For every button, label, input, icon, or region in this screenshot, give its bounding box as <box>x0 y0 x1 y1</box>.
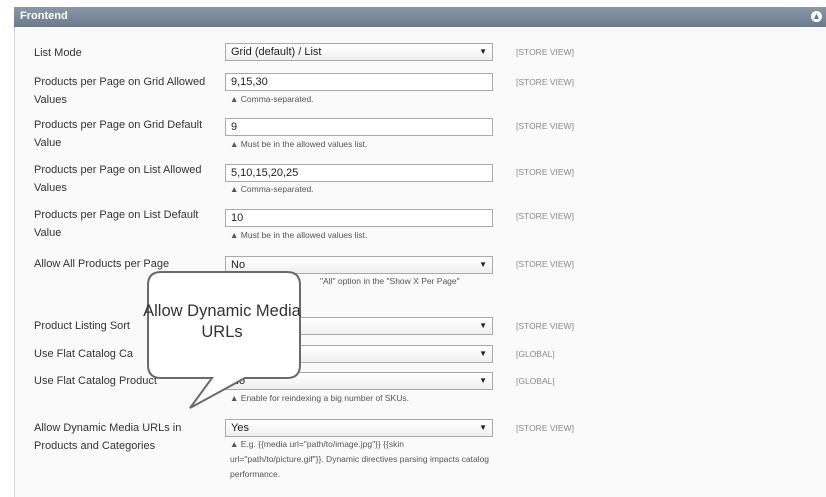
scope-product-listing-sort: [STORE VIEW] <box>516 321 574 331</box>
dropdown-arrow-icon: ▼ <box>479 260 487 269</box>
list-default-value-value: 10 <box>231 212 244 224</box>
label-allow-all-products: Allow All Products per Page <box>34 258 170 270</box>
flat-catalog-category-select[interactable]: ▼ <box>225 345 493 363</box>
dynamic-media-urls-value: Yes <box>231 422 249 434</box>
note-grid-allowed-values: ▲ Comma-separated. <box>230 94 314 104</box>
collapse-icon[interactable]: ▲ <box>811 11 822 22</box>
label-list-mode: List Mode <box>34 47 82 59</box>
list-allowed-values-input[interactable]: 5,10,15,20,25 <box>225 164 493 182</box>
label-list-allowed-values: Products per Page on List Allowed Values <box>34 164 202 194</box>
note-grid-default-value: ▲ Must be in the allowed values list. <box>230 139 368 149</box>
label-list-default-value: Products per Page on List Default Value <box>34 209 199 239</box>
label-flat-catalog-category: Use Flat Catalog Ca <box>34 348 134 360</box>
label-flat-catalog-product: Use Flat Catalog Product <box>34 375 157 387</box>
scope-flat-catalog-category: [GLOBAL] <box>516 349 555 359</box>
label-grid-default-value: Products per Page on Grid Default Value <box>34 119 203 149</box>
scope-dynamic-media-urls: [STORE VIEW] <box>516 423 574 433</box>
grid-allowed-values-value: 9,15,30 <box>231 76 268 88</box>
dynamic-media-urls-select[interactable]: Yes ▼ <box>225 419 493 437</box>
dropdown-arrow-icon: ▼ <box>479 349 487 358</box>
note-list-default-value: ▲ Must be in the allowed values list. <box>230 230 368 240</box>
grid-default-value-value: 9 <box>231 121 238 133</box>
list-default-value-input[interactable]: 10 <box>225 209 493 227</box>
callout-text: Allow Dynamic Media URLs <box>143 302 301 341</box>
grid-default-value-input[interactable]: 9 <box>225 118 493 136</box>
scope-list-default-value: [STORE VIEW] <box>516 211 574 221</box>
scope-list-allowed-values: [STORE VIEW] <box>516 167 574 177</box>
scope-grid-default-value: [STORE VIEW] <box>516 121 574 131</box>
scope-list-mode: [STORE VIEW] <box>516 47 574 57</box>
note-flat-catalog-product: ▲ Enable for reindexing a big number of … <box>230 393 409 403</box>
section-header[interactable]: Frontend ▲ <box>14 7 826 27</box>
dropdown-arrow-icon: ▼ <box>479 321 487 330</box>
label-dynamic-media-urls: Allow Dynamic Media URLs in Products and… <box>34 422 182 452</box>
dropdown-arrow-icon: ▼ <box>479 423 487 432</box>
scope-allow-all-products: [STORE VIEW] <box>516 259 574 269</box>
flat-catalog-product-select[interactable]: No ▼ <box>225 372 493 390</box>
flat-catalog-product-value: No <box>231 375 246 387</box>
label-grid-allowed-values: Products per Page on Grid Allowed Values <box>34 76 206 106</box>
grid-allowed-values-input[interactable]: 9,15,30 <box>225 73 493 91</box>
section-title: Frontend <box>20 10 68 22</box>
dropdown-arrow-icon: ▼ <box>479 47 487 56</box>
list-mode-value: Grid (default) / List <box>231 46 322 58</box>
dropdown-arrow-icon: ▼ <box>479 376 487 385</box>
list-mode-select[interactable]: Grid (default) / List ▼ <box>225 43 493 61</box>
scope-flat-catalog-product: [GLOBAL] <box>516 376 555 386</box>
scope-grid-allowed-values: [STORE VIEW] <box>516 77 574 87</box>
note-dynamic-media-urls: ▲ E.g. {{media url="path/to/image.jpg"}}… <box>230 439 490 479</box>
note-list-allowed-values: ▲ Comma-separated. <box>230 184 314 194</box>
allow-all-products-value: No <box>231 259 246 271</box>
list-allowed-values-value: 5,10,15,20,25 <box>231 167 299 179</box>
note-allow-all-products: "All" option in the "Show X Per Page" <box>320 276 460 286</box>
allow-all-products-select[interactable]: No ▼ <box>225 256 493 274</box>
